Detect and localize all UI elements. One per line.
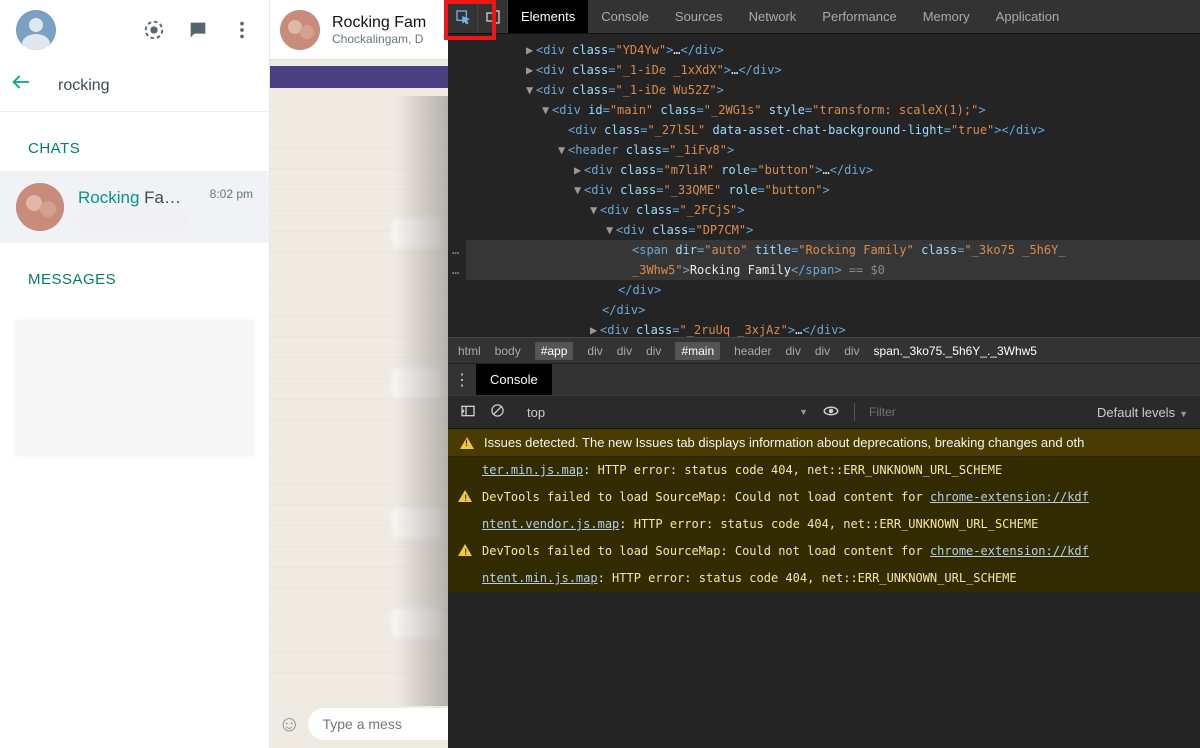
dom-breadcrumb[interactable]: html body #app div div div #main header … <box>448 337 1200 363</box>
chat-info: Rocking Fa… <box>78 188 200 226</box>
back-arrow-icon[interactable] <box>10 71 32 100</box>
chat-time: 8:02 pm <box>210 187 253 201</box>
message-bubble <box>392 608 442 638</box>
section-chats-label: CHATS <box>0 112 269 171</box>
dom-row[interactable]: ▼<header class="_1iFv8"> <box>466 140 1200 160</box>
drawer-tab-console[interactable]: Console <box>476 364 552 395</box>
bc-item[interactable]: #main <box>675 342 720 360</box>
bc-item[interactable]: html <box>458 344 481 358</box>
drawer-tabs: ⋮ Console <box>448 363 1200 395</box>
tab-memory[interactable]: Memory <box>910 0 983 33</box>
dom-row[interactable]: <div class="_27lSL" data-asset-chat-back… <box>466 120 1200 140</box>
bc-item[interactable]: div <box>815 344 830 358</box>
header-actions <box>143 19 253 41</box>
chat-avatar <box>16 183 64 231</box>
console-filter-input[interactable] <box>869 405 1083 419</box>
bc-item[interactable]: body <box>495 344 521 358</box>
dom-row[interactable]: ▶<div class="_1-iDe _1xXdX">…</div> <box>466 60 1200 80</box>
devtools-panel: Elements Console Sources Network Perform… <box>448 0 1200 748</box>
dom-row-selected[interactable]: <span dir="auto" title="Rocking Family" … <box>466 240 1200 260</box>
warning-icon <box>458 544 472 556</box>
console-warning-line[interactable]: DevTools failed to load SourceMap: Could… <box>448 538 1200 565</box>
console-warning-line[interactable]: ntent.min.js.map: HTTP error: status cod… <box>448 565 1200 592</box>
dom-tree[interactable]: ▶<div class="YD4Yw">…</div> ▶<div class=… <box>448 34 1200 337</box>
context-selector[interactable]: top <box>519 405 553 420</box>
chat-header-avatar <box>280 10 320 50</box>
tab-network[interactable]: Network <box>736 0 810 33</box>
warning-icon <box>458 490 472 502</box>
chat-subtitle: Chockalingam, D <box>332 32 438 46</box>
bc-item[interactable]: div <box>587 344 602 358</box>
dom-row[interactable]: ▼<div class="_1-iDe Wu52Z"> <box>466 80 1200 100</box>
whatsapp-sidebar: ✕ CHATS Rocking Fa… 8:02 pm MESSAGES <box>0 0 270 748</box>
console-warning-line[interactable]: ntent.vendor.js.map: HTTP error: status … <box>448 511 1200 538</box>
dom-row[interactable]: ▶<div class="_2ruUq _3xjAz">…</div> <box>466 320 1200 337</box>
message-result-blurred <box>14 318 255 458</box>
chat-header[interactable]: Rocking Fam Chockalingam, D <box>270 0 448 60</box>
search-input[interactable] <box>58 77 265 95</box>
bc-item[interactable]: div <box>646 344 661 358</box>
sidebar-header <box>0 0 269 60</box>
message-bubble <box>392 218 442 248</box>
console-warning-line[interactable]: DevTools failed to load SourceMap: Could… <box>448 484 1200 511</box>
encryption-banner <box>270 66 448 88</box>
tab-performance[interactable]: Performance <box>809 0 909 33</box>
dom-row[interactable]: ▼<div class="_33QME" role="button"> <box>466 180 1200 200</box>
console-sidebar-toggle-icon[interactable] <box>460 403 476 422</box>
tab-sources[interactable]: Sources <box>662 0 736 33</box>
bc-item[interactable]: div <box>786 344 801 358</box>
profile-avatar[interactable] <box>16 10 56 50</box>
chat-name-rest: Fa… <box>139 188 181 207</box>
new-chat-icon[interactable] <box>187 19 209 41</box>
dom-row[interactable]: ▼<div class="DP7CM"> <box>466 220 1200 240</box>
devtools-tabs: Elements Console Sources Network Perform… <box>448 0 1200 34</box>
tab-elements[interactable]: Elements <box>508 0 588 33</box>
dom-row[interactable]: ▶<div class="YD4Yw">…</div> <box>466 40 1200 60</box>
dom-row[interactable]: ▼<div class="_2FCjS"> <box>466 200 1200 220</box>
chat-list-item[interactable]: Rocking Fa… 8:02 pm <box>0 171 269 243</box>
tab-console[interactable]: Console <box>588 0 662 33</box>
dom-row[interactable]: </div> <box>466 280 1200 300</box>
bc-item[interactable]: div <box>844 344 859 358</box>
warning-icon <box>460 437 474 449</box>
divider <box>854 403 855 421</box>
tab-application[interactable]: Application <box>983 0 1073 33</box>
dom-row[interactable]: ▶<div class="m7liR" role="button">…</div… <box>466 160 1200 180</box>
chat-name: Rocking Fa… <box>78 188 200 208</box>
bc-item[interactable]: header <box>734 344 771 358</box>
bc-item[interactable]: #app <box>535 342 574 360</box>
chevron-down-icon[interactable]: ▼ <box>799 407 808 417</box>
clear-console-icon[interactable] <box>490 403 505 421</box>
console-body: ter.min.js.map: HTTP error: status code … <box>448 457 1200 748</box>
issues-banner[interactable]: Issues detected. The new Issues tab disp… <box>448 429 1200 457</box>
bc-item[interactable]: div <box>617 344 632 358</box>
chat-name-highlight: Rocking <box>78 188 139 207</box>
status-icon[interactable] <box>143 19 165 41</box>
dom-row-selected[interactable]: _3Whw5">Rocking Family</span> == $0 <box>466 260 1200 280</box>
search-bar: ✕ <box>0 60 269 112</box>
dom-row[interactable]: ▼<div id="main" class="_2WG1s" style="tr… <box>466 100 1200 120</box>
dom-row[interactable]: </div> <box>466 300 1200 320</box>
drawer-menu-icon[interactable]: ⋮ <box>448 364 476 395</box>
chat-preview-blurred <box>78 214 188 226</box>
compose-row: ☺ <box>278 708 440 740</box>
bc-item[interactable]: span._3ko75._5h6Y_._3Whw5 <box>874 344 1037 358</box>
chat-header-text: Rocking Fam Chockalingam, D <box>332 14 438 46</box>
inspect-element-icon[interactable] <box>448 0 478 33</box>
menu-icon[interactable] <box>231 19 253 41</box>
chat-body <box>270 88 448 693</box>
emoji-icon[interactable]: ☺ <box>278 709 300 739</box>
live-expression-icon[interactable] <box>822 402 840 423</box>
device-toolbar-icon[interactable] <box>478 0 508 33</box>
console-toolbar: top ▼ Default levels▼ <box>448 395 1200 429</box>
message-bubble <box>392 368 442 398</box>
chat-title: Rocking Fam <box>332 14 438 32</box>
section-messages-label: MESSAGES <box>0 243 269 302</box>
issues-text: Issues detected. The new Issues tab disp… <box>484 435 1084 450</box>
message-bubble <box>392 508 442 538</box>
console-warning-line[interactable]: ter.min.js.map: HTTP error: status code … <box>448 457 1200 484</box>
chat-pane: Rocking Fam Chockalingam, D ☺ <box>270 0 448 748</box>
log-levels-selector[interactable]: Default levels▼ <box>1097 405 1188 420</box>
